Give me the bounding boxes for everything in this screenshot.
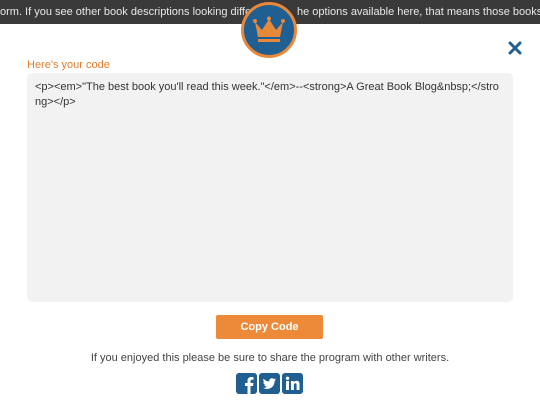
close-button[interactable] <box>505 38 525 58</box>
linkedin-share-button[interactable] <box>282 373 303 394</box>
facebook-share-button[interactable] <box>236 373 257 394</box>
crown-logo <box>241 2 297 58</box>
code-heading: Here's your code <box>27 59 110 71</box>
crown-icon <box>253 16 285 42</box>
twitter-share-button[interactable] <box>259 373 280 394</box>
linkedin-icon <box>282 373 303 394</box>
twitter-icon <box>259 373 280 394</box>
copy-code-button[interactable]: Copy Code <box>216 315 323 339</box>
facebook-icon <box>236 373 257 394</box>
close-icon <box>508 41 522 55</box>
social-share-bar <box>236 373 303 394</box>
banner-text-right: he options available here, that means th… <box>297 6 540 18</box>
code-output-box[interactable]: <p><em>"The best book you'll read this w… <box>27 73 513 302</box>
banner-text-left: orm. If you see other book descriptions … <box>0 6 252 18</box>
share-message: If you enjoyed this please be sure to sh… <box>90 352 450 364</box>
code-text: <p><em>"The best book you'll read this w… <box>35 81 499 108</box>
